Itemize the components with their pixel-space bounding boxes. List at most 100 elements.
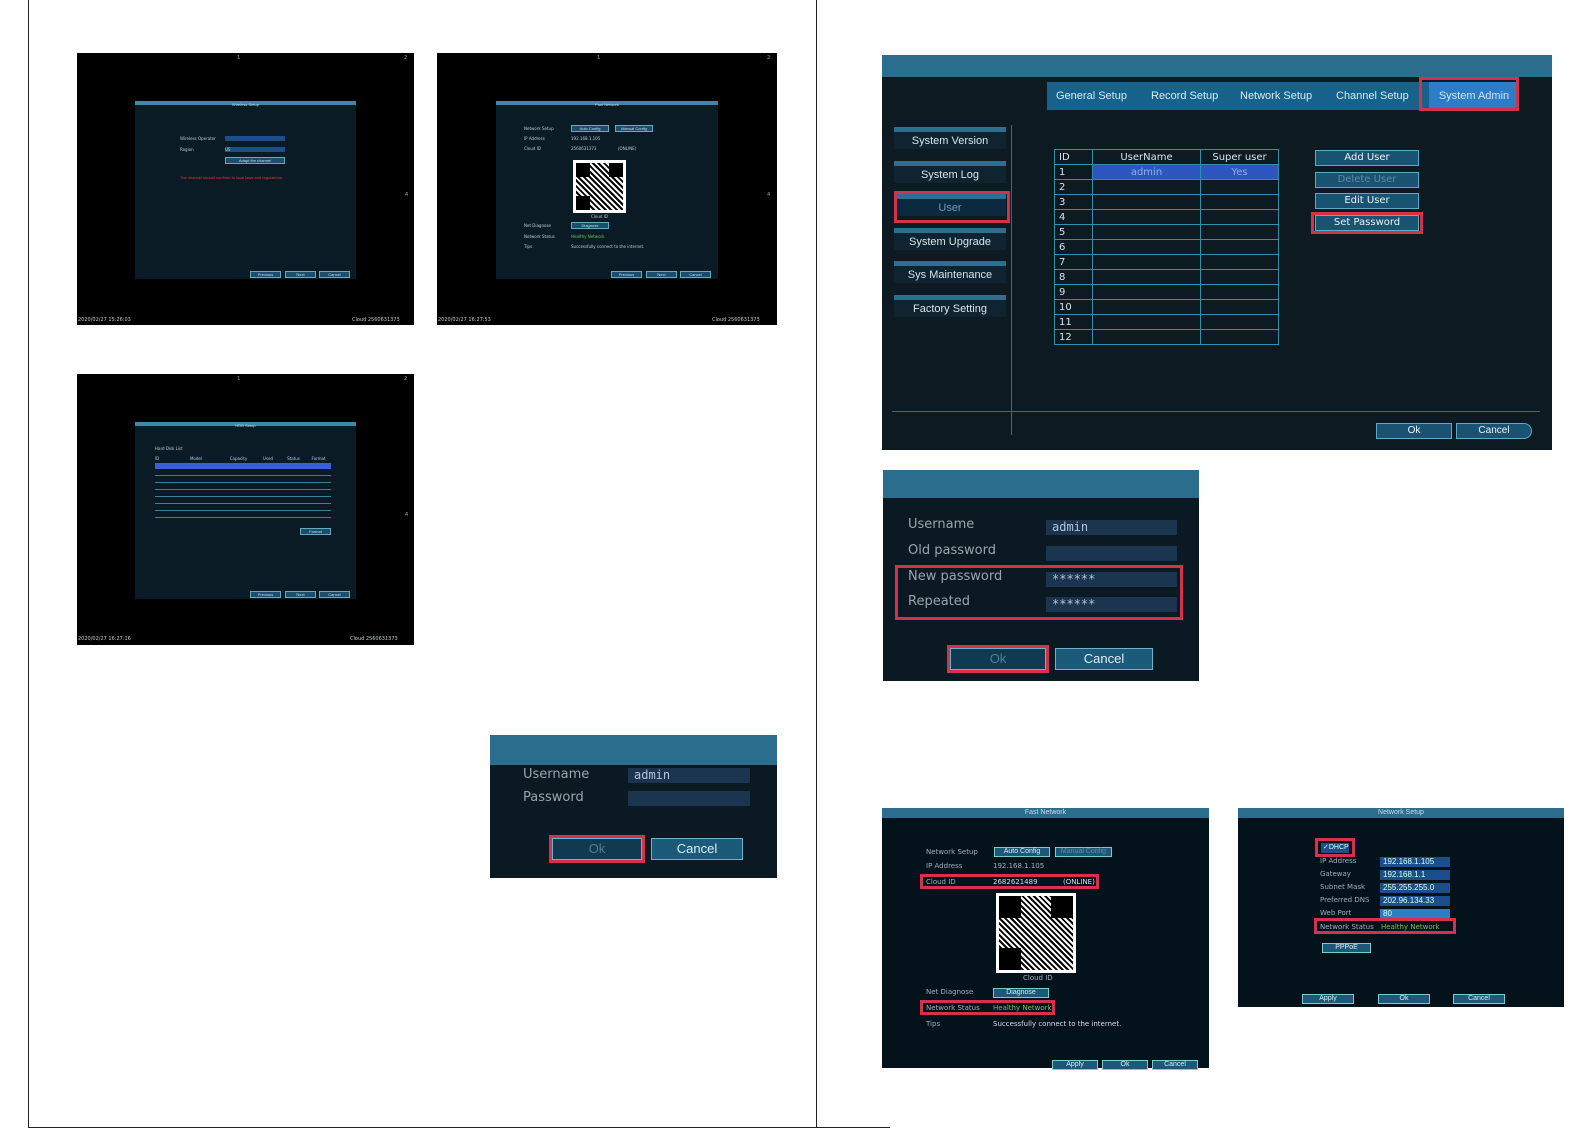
cell-username [1092,314,1201,330]
cancel-button[interactable]: Cancel [1453,994,1505,1004]
tab-record-setup[interactable]: Record Setup [1151,82,1218,110]
system-admin-highlight-box [1419,77,1519,111]
auto-config-button[interactable]: Auto Config [994,847,1050,857]
cell-id: 7 [1054,254,1093,270]
pppoe-button[interactable]: PPPoE [1322,943,1371,953]
next-button[interactable]: Next [285,271,316,278]
channel-number-1: 1 [237,376,241,382]
table-row[interactable]: 5 [1054,224,1279,240]
qr-code-icon [996,893,1076,973]
table-row[interactable]: 8 [1054,269,1279,285]
new-password-highlight-box [895,565,1183,620]
wireless-operator-select[interactable] [225,136,285,141]
timestamp: 2020/02/27 16:27:16 [78,636,131,642]
cancel-button[interactable]: Cancel [319,271,350,278]
previous-button[interactable]: Previous [250,271,281,278]
system-admin-screen: General Setup Record Setup Network Setup… [882,55,1552,450]
format-button[interactable]: Format [300,528,331,535]
cancel-button[interactable]: Cancel [319,591,350,598]
cell-super-user [1200,329,1279,345]
subnet-mask-field[interactable]: 255.255.255.0 [1380,883,1450,893]
next-button[interactable]: Next [646,271,677,278]
delete-user-button[interactable]: Delete User [1315,172,1419,188]
user-table: ID UserName Super user 1 admin Yes 2 3 4 5 6 7 8 9… [1054,149,1279,345]
sidebar-item-system-upgrade[interactable]: System Upgrade [894,228,1006,250]
cell-username [1092,254,1201,270]
cancel-button[interactable]: Cancel [1055,648,1153,670]
table-row[interactable]: 10 [1054,299,1279,315]
network-status-label: Network Status [524,234,555,239]
cancel-button[interactable]: Cancel [680,271,711,278]
sidebar-item-system-log[interactable]: System Log [894,161,1006,183]
next-button[interactable]: Next [285,591,316,598]
table-row[interactable]: 7 [1054,254,1279,270]
bottom-border-line [28,1127,890,1128]
manual-config-button[interactable]: Manual Config [615,125,653,132]
col-capacity: Capacity [229,456,248,461]
left-border-line [28,0,29,1128]
manual-config-button[interactable]: Manual Config [1055,847,1112,857]
timestamp: 2020/02/27 16:27:53 [438,317,491,323]
cell-username [1092,194,1201,210]
table-row[interactable]: 3 [1054,194,1279,210]
ip-address-field[interactable]: 192.168.1.105 [1380,857,1450,867]
ok-button[interactable]: Ok [1378,994,1430,1004]
previous-button[interactable]: Previous [250,591,281,598]
password-field[interactable] [628,791,750,806]
cell-id: 11 [1054,314,1093,330]
channel-number-2: 2 [404,376,408,382]
sidebar-item-factory-setting[interactable]: Factory Setting [894,295,1006,317]
gateway-field[interactable]: 192.168.1.1 [1380,870,1450,880]
old-password-field[interactable] [1046,546,1177,561]
username-field[interactable]: admin [1046,520,1177,535]
qr-code-icon [573,160,626,213]
fast-network-dialog: Fast Network Network Setup Auto Config M… [496,101,718,279]
dialog-title: Fast Network [1024,809,1067,816]
tips-value: Successfully connect to the internet. [993,1020,1122,1028]
table-row[interactable]: 9 [1054,284,1279,300]
sidebar-item-sys-maintenance[interactable]: Sys Maintenance [894,261,1006,283]
preferred-dns-field[interactable]: 202.96.134.33 [1380,896,1450,906]
diagnose-button[interactable]: Diagnose [993,988,1049,998]
cloud-id-footer: Cloud 2560631373 [350,636,398,642]
cell-username [1092,224,1201,240]
cancel-button[interactable]: Cancel [1456,423,1532,439]
sidebar-item-system-version[interactable]: System Version [894,127,1006,149]
center-divider-line [816,0,817,1128]
table-row[interactable]: 11 [1054,314,1279,330]
tips-label: Tips [524,244,533,249]
cloud-id-value: 2560631373 [571,146,597,151]
table-row[interactable]: 4 [1054,209,1279,225]
dhcp-highlight-box [1315,838,1355,857]
table-row[interactable]: 6 [1054,239,1279,255]
cell-id: 1 [1054,164,1093,180]
table-row[interactable]: 1 admin Yes [1054,164,1279,180]
ok-button[interactable]: Ok [1102,1060,1148,1070]
diagnose-button[interactable]: Diagnose [571,222,609,229]
tab-network-setup[interactable]: Network Setup [1240,82,1312,110]
cloud-id-footer: Cloud 2560631373 [352,317,400,323]
cancel-button[interactable]: Cancel [1152,1060,1198,1070]
apply-button[interactable]: Apply [1302,994,1354,1004]
ok-button[interactable]: Ok [1376,423,1452,439]
dialog-title: Wireless Setup [232,102,259,107]
tab-channel-setup[interactable]: Channel Setup [1336,82,1409,110]
col-id: ID [155,456,160,461]
dialog-title: Network Setup [1378,809,1424,816]
add-user-button[interactable]: Add User [1315,150,1419,166]
username-field[interactable]: admin [628,768,750,783]
cell-super-user [1200,209,1279,225]
cancel-button[interactable]: Cancel [651,838,743,860]
auto-config-button[interactable]: Auto Config [571,125,609,132]
tab-general-setup[interactable]: General Setup [1056,82,1127,110]
table-row[interactable]: 2 [1054,179,1279,195]
cell-super-user [1200,254,1279,270]
table-row[interactable]: 12 [1054,329,1279,345]
adapt-channel-button[interactable]: Adapt the channel [225,157,285,164]
edit-user-button[interactable]: Edit User [1315,193,1419,209]
region-label: Region [180,147,194,152]
previous-button[interactable]: Previous [611,271,642,278]
region-select[interactable]: US [225,147,285,152]
apply-button[interactable]: Apply [1052,1060,1098,1070]
ok-highlight-box [947,645,1049,673]
